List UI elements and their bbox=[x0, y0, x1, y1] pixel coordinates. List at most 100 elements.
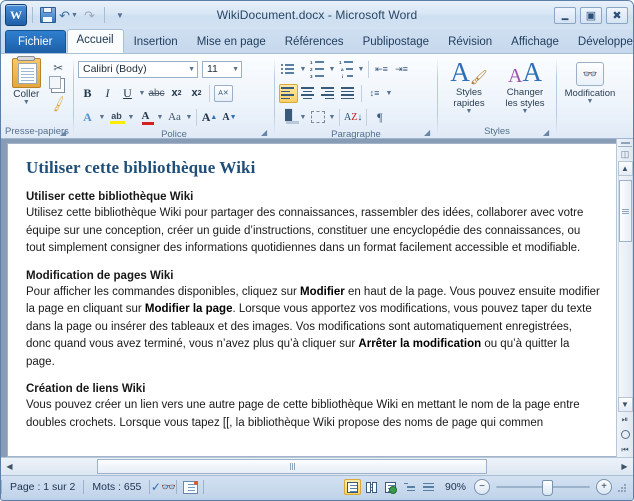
scroll-down-arrow[interactable]: ▼ bbox=[617, 397, 633, 412]
previous-page-icon[interactable]: ⏯ bbox=[618, 412, 633, 427]
clipboard-dialog-launcher-icon[interactable]: ◢ bbox=[60, 128, 69, 137]
scroll-left-arrow[interactable]: ◀ bbox=[2, 459, 17, 474]
tab-accueil[interactable]: Accueil bbox=[66, 29, 124, 53]
horizontal-scroll-thumb[interactable] bbox=[97, 459, 487, 474]
redo-arrow-icon[interactable]: ↷ bbox=[80, 6, 99, 25]
zoom-in-button[interactable]: + bbox=[596, 479, 612, 495]
scroll-up-arrow[interactable]: ▲ bbox=[617, 161, 633, 176]
borders-button[interactable] bbox=[308, 108, 327, 127]
styles-dialog-launcher-icon[interactable]: ◢ bbox=[543, 128, 552, 137]
underline-chevron-down-icon[interactable]: ▼ bbox=[138, 90, 146, 97]
customize-qat-chevron-down-icon[interactable]: ▼ bbox=[110, 6, 129, 25]
maximize-button[interactable]: ▣ bbox=[580, 6, 602, 24]
justify-button[interactable] bbox=[339, 84, 358, 103]
copy-icon[interactable] bbox=[49, 76, 67, 94]
resize-grip[interactable] bbox=[617, 481, 629, 493]
paste-chevron-down-icon[interactable]: ▼ bbox=[23, 99, 30, 106]
next-page-icon[interactable]: ⏮ bbox=[618, 442, 633, 457]
view-outline-button[interactable] bbox=[401, 479, 418, 495]
bold-button[interactable]: B bbox=[78, 84, 97, 103]
underline-button[interactable]: U bbox=[118, 84, 137, 103]
text-effects-chevron-down-icon[interactable]: ▼ bbox=[98, 114, 106, 121]
chevron-down-icon[interactable]: ▼ bbox=[185, 66, 195, 73]
shading-button[interactable]: █ bbox=[279, 108, 300, 127]
ruler-toggle-icon[interactable]: ◫ bbox=[618, 147, 633, 161]
document-page[interactable]: Utiliser cette bibliothèque Wiki Utilise… bbox=[7, 143, 616, 457]
sort-button[interactable]: A Z ↓ bbox=[343, 108, 363, 127]
increase-indent-button[interactable]: ⇥≡ bbox=[392, 60, 411, 79]
superscript-button[interactable]: x2 bbox=[187, 84, 206, 103]
close-button[interactable]: ✖ bbox=[606, 6, 628, 24]
align-center-button[interactable] bbox=[299, 84, 318, 103]
horizontal-scrollbar[interactable]: ◀ ▶ bbox=[1, 457, 633, 475]
proofing-errors-icon[interactable]: ✓👓 bbox=[150, 478, 176, 496]
highlight-chevron-down-icon[interactable]: ▼ bbox=[127, 114, 135, 121]
vertical-scroll-track[interactable] bbox=[617, 176, 633, 397]
multilevel-list-button[interactable]: 1ai bbox=[337, 60, 356, 79]
font-size-combo[interactable]: 11 ▼ bbox=[202, 60, 242, 78]
paste-button[interactable]: Coller ▼ bbox=[5, 56, 48, 125]
bullets-button[interactable] bbox=[279, 60, 298, 79]
change-case-button[interactable]: Aa bbox=[165, 108, 184, 127]
view-print-layout-button[interactable] bbox=[343, 479, 361, 495]
align-left-button[interactable] bbox=[279, 83, 298, 103]
chevron-down-icon[interactable]: ▼ bbox=[229, 66, 239, 73]
grow-font-button[interactable]: A ▲ bbox=[200, 108, 219, 127]
cut-scissors-icon[interactable]: ✂ bbox=[49, 59, 67, 76]
language-icon[interactable] bbox=[177, 478, 203, 496]
horizontal-scroll-track[interactable] bbox=[17, 459, 617, 474]
multilevel-chevron-down-icon[interactable]: ▼ bbox=[357, 66, 365, 73]
change-case-chevron-down-icon[interactable]: ▼ bbox=[185, 114, 193, 121]
zoom-slider-thumb[interactable] bbox=[542, 480, 553, 496]
line-spacing-button[interactable]: ↕≡ bbox=[365, 84, 384, 103]
tab-affichage[interactable]: Affichage bbox=[502, 32, 568, 53]
page-indicator[interactable]: Page : 1 sur 2 bbox=[2, 479, 83, 495]
line-spacing-chevron-down-icon[interactable]: ▼ bbox=[385, 90, 393, 97]
minimize-button[interactable]: ━ bbox=[554, 6, 576, 25]
align-right-button[interactable] bbox=[319, 84, 338, 103]
tab-insertion[interactable]: Insertion bbox=[125, 32, 187, 53]
clear-formatting-button[interactable]: A✕ bbox=[213, 84, 234, 103]
italic-button[interactable]: I bbox=[98, 84, 117, 103]
editing-chevron-down-icon[interactable]: ▼ bbox=[587, 98, 594, 105]
tab-references[interactable]: Références bbox=[276, 32, 353, 53]
strikethrough-button[interactable]: abc bbox=[147, 84, 166, 103]
browse-object-icon[interactable] bbox=[618, 427, 633, 442]
view-web-layout-button[interactable] bbox=[382, 479, 399, 495]
borders-chevron-down-icon[interactable]: ▼ bbox=[328, 114, 336, 121]
scroll-right-arrow[interactable]: ▶ bbox=[617, 459, 632, 474]
zoom-level[interactable]: 90% bbox=[439, 481, 472, 493]
view-draft-button[interactable] bbox=[420, 479, 437, 495]
font-name-combo[interactable]: Calibri (Body) ▼ bbox=[78, 60, 198, 78]
split-window-bar[interactable] bbox=[618, 139, 632, 147]
tab-mise-en-page[interactable]: Mise en page bbox=[188, 32, 275, 53]
zoom-out-button[interactable]: − bbox=[474, 479, 490, 495]
font-dialog-launcher-icon[interactable]: ◢ bbox=[261, 128, 270, 137]
font-color-chevron-down-icon[interactable]: ▼ bbox=[156, 114, 164, 121]
tab-developpeur[interactable]: Développeur bbox=[569, 32, 633, 53]
quick-styles-button[interactable]: A 🖌 Styles rapides ▼ bbox=[442, 56, 496, 125]
font-color-button[interactable]: A bbox=[136, 108, 155, 127]
zoom-slider[interactable] bbox=[496, 480, 590, 496]
bullets-chevron-down-icon[interactable]: ▼ bbox=[299, 66, 307, 73]
change-styles-button[interactable]: AA Changer les styles ▼ bbox=[498, 56, 552, 125]
subscript-button[interactable]: x2 bbox=[167, 84, 186, 103]
editing-button[interactable]: 👓 Modification ▼ bbox=[560, 62, 620, 105]
decrease-indent-button[interactable]: ⇤≡ bbox=[372, 60, 391, 79]
vertical-scroll-thumb[interactable] bbox=[618, 180, 632, 242]
view-full-screen-reading-button[interactable] bbox=[363, 479, 380, 495]
shading-chevron-down-icon[interactable]: ▼ bbox=[299, 114, 307, 121]
format-painter-brush-icon[interactable]: 🖌 bbox=[49, 94, 68, 112]
tab-revision[interactable]: Révision bbox=[439, 32, 501, 53]
highlight-color-button[interactable]: ab bbox=[107, 108, 126, 127]
change-styles-chevron-down-icon[interactable]: ▼ bbox=[522, 108, 529, 115]
save-icon[interactable] bbox=[38, 6, 57, 25]
vertical-scrollbar[interactable]: ◫ ▲ ▼ ⏯ ⏮ bbox=[616, 139, 633, 457]
numbering-chevron-down-icon[interactable]: ▼ bbox=[328, 66, 336, 73]
show-formatting-marks-button[interactable]: ¶ bbox=[370, 108, 389, 127]
text-effects-button[interactable]: A bbox=[78, 108, 97, 127]
quick-styles-chevron-down-icon[interactable]: ▼ bbox=[466, 108, 473, 115]
shrink-font-button[interactable]: A ▼ bbox=[220, 108, 239, 127]
word-logo-icon[interactable]: W bbox=[5, 4, 27, 26]
tab-publipostage[interactable]: Publipostage bbox=[354, 32, 439, 53]
